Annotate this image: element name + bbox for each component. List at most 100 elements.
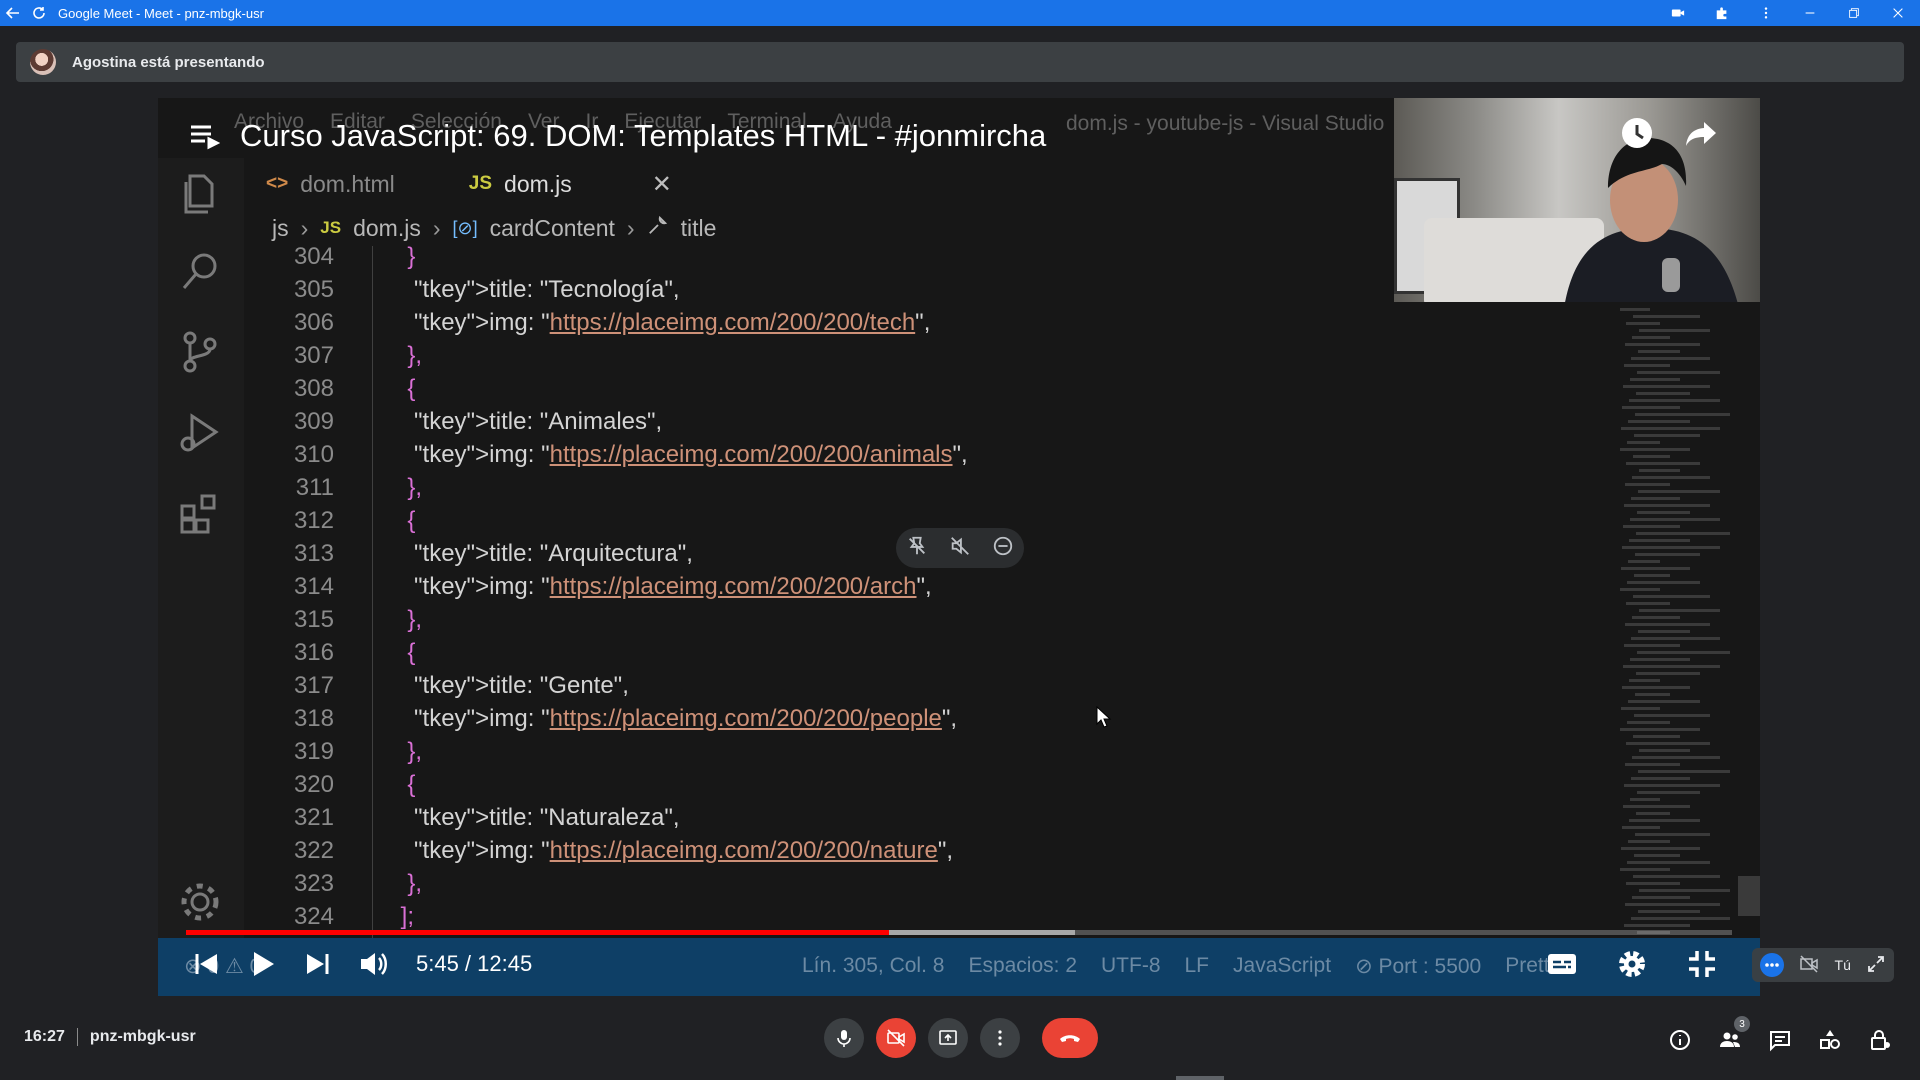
code-text: ]; [400,903,415,930]
minimap-line [1639,609,1720,612]
minimap-line [1623,805,1690,808]
extensions-icon[interactable] [1700,0,1744,26]
code-text: "tkey">img: "https://placeimg.com/200/20… [414,573,932,600]
minimap-line [1629,679,1660,682]
minimap-line [1639,889,1730,892]
minimap-line [1633,875,1720,878]
code-text: "tkey">img: "https://placeimg.com/200/20… [414,705,958,732]
html-file-icon: <> [266,173,289,194]
mute-audio-icon[interactable] [949,535,971,562]
more-vertical-icon[interactable] [1744,0,1788,26]
activities-button[interactable] [1814,1020,1846,1060]
camera-icon[interactable] [1656,0,1700,26]
subtitles-icon[interactable] [1542,944,1582,984]
search-icon [176,248,224,296]
line-number: 306 [293,309,334,336]
code-text: "tkey">title: "Animales", [414,408,663,435]
line-number: 321 [293,804,334,831]
minimap-line [1636,532,1730,535]
tab-dom-html: <> dom.html [266,170,395,197]
minimap-line [1632,756,1720,759]
restore-button[interactable] [1832,0,1876,26]
video-title[interactable]: Curso JavaScript: 69. DOM: Templates HTM… [188,118,1046,154]
next-icon[interactable] [298,944,338,984]
microphone-button[interactable] [824,1018,864,1058]
volume-icon[interactable] [354,944,394,984]
minimap-line [1637,791,1700,794]
code-line: 323 }, [244,867,1480,901]
run-debug-icon [176,408,224,456]
minimap-line [1633,735,1680,738]
minimap-line [1638,770,1730,773]
minimap-line [1632,896,1690,899]
self-view-chip: Tú [1752,948,1894,982]
explorer-icon [176,168,224,216]
minimap-line [1621,847,1700,850]
editor-window-title: dom.js - youtube-js - Visual Studio [1066,112,1385,135]
minimap-line [1625,343,1700,346]
chat-button[interactable] [1764,1020,1796,1060]
host-controls-button[interactable] [1864,1020,1896,1060]
back-arrow-icon[interactable] [0,0,26,26]
remove-icon[interactable] [992,535,1014,562]
meeting-bottom-bar: 16:27 pnz-mbgk-usr 3 [0,1004,1920,1080]
video-progress-bar[interactable] [186,930,1732,935]
expand-icon[interactable] [1866,954,1886,977]
minimize-button[interactable] [1788,0,1832,26]
minimap-line [1624,644,1680,647]
exit-fullscreen-icon[interactable] [1682,944,1722,984]
code-line: 322 "tkey">img: "https://placeimg.com/20… [244,834,1480,868]
participants-count-badge: 3 [1734,1016,1750,1032]
minimap-line [1636,812,1670,815]
meeting-details-button[interactable] [1664,1020,1696,1060]
editor-activity-bar [158,158,244,938]
js-file-icon: JS [468,173,493,194]
code-line: 309 "tkey">title: "Animales", [244,405,1480,439]
code-editor: 304 } 305 "tkey">title: "Tecnología", 306 … [244,243,1480,938]
more-options-icon[interactable] [1759,953,1784,977]
video-controls: 5:45 / 12:45 [186,944,532,984]
minimap-line [1632,336,1670,339]
extensions-view-icon [176,488,224,536]
minimap-line [1629,539,1690,542]
watch-later-icon[interactable] [1620,116,1654,150]
line-number: 309 [293,408,334,435]
meeting-info: 16:27 pnz-mbgk-usr [24,1028,196,1046]
status-items: Lín. 305, Col. 8 Espacios: 2 UTF-8 LF JavaSc… [802,954,1573,979]
play-icon[interactable] [242,944,282,984]
line-number: 307 [293,342,334,369]
minimap-line [1631,497,1680,500]
minimap-line [1634,574,1670,577]
camera-toggle-button[interactable] [876,1018,916,1058]
minimap-line [1638,630,1690,633]
playlist-icon[interactable] [188,120,220,152]
minimap-line [1625,763,1680,766]
status-item: Lín. 305, Col. 8 [802,954,945,977]
close-button[interactable] [1876,0,1920,26]
end-call-button[interactable] [1042,1018,1098,1058]
present-screen-button[interactable] [928,1018,968,1058]
minimap-line [1624,504,1710,507]
minimap-line [1637,511,1690,514]
code-text: "tkey">img: "https://placeimg.com/200/20… [414,309,931,336]
reload-icon[interactable] [26,0,52,26]
previous-icon[interactable] [186,944,226,984]
share-icon[interactable] [1684,116,1718,150]
source-control-icon [176,328,224,376]
variable-icon: [⊘] [452,217,478,238]
minimap [1620,308,1736,938]
minimap-line [1626,602,1670,605]
minimap-line [1620,728,1700,731]
shared-screen[interactable]: Archivo Editar Selección Ver Ir Ejecutar Termi… [158,98,1760,996]
chat-icon [1770,1031,1790,1052]
participants-button[interactable]: 3 [1714,1016,1750,1060]
minimap-line [1630,378,1680,381]
settings-icon[interactable] [1612,944,1652,984]
more-options-button[interactable] [980,1018,1020,1058]
code-text: }, [407,474,423,501]
unpin-icon[interactable] [906,535,928,562]
close-tab-icon: ✕ [651,170,672,198]
minimap-line [1639,469,1680,472]
code-text: }, [407,870,423,897]
code-text: }, [407,738,423,765]
